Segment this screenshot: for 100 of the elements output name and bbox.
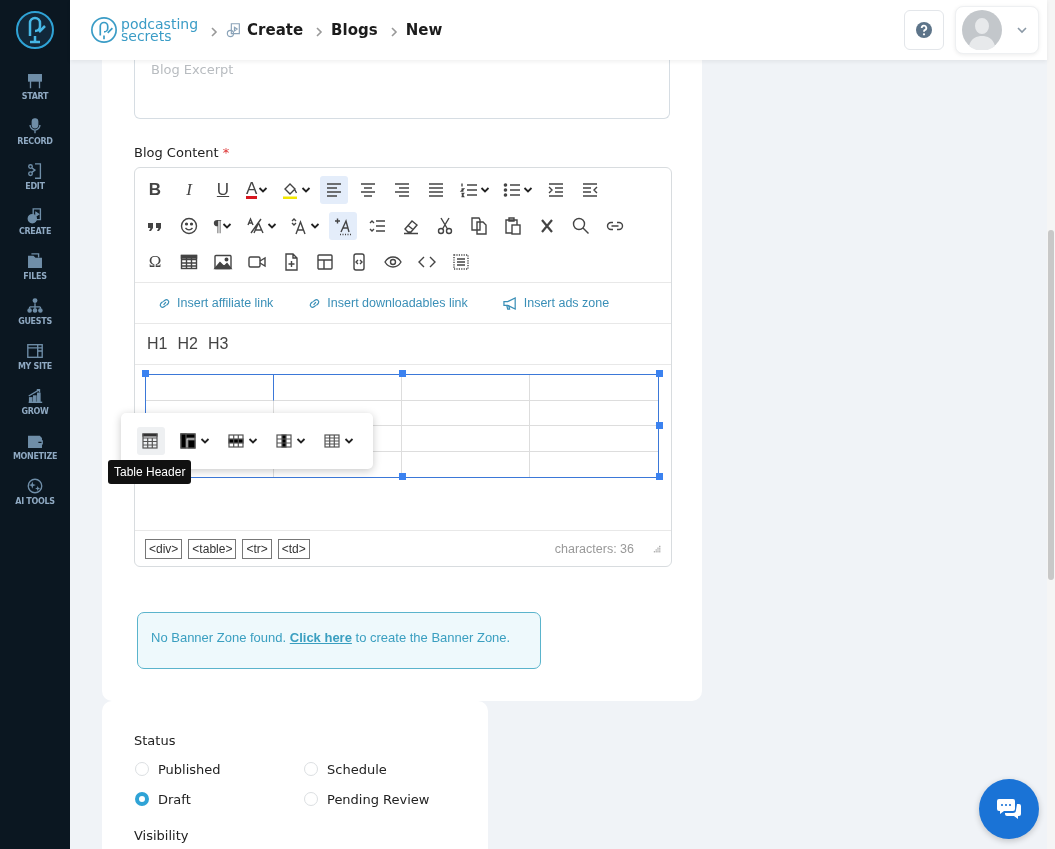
element-path-tag[interactable]: <div> bbox=[145, 538, 183, 559]
heading-button[interactable]: H1 bbox=[143, 335, 172, 353]
radio-circle[interactable] bbox=[135, 792, 149, 806]
help-button[interactable] bbox=[904, 10, 944, 50]
logo-text: podcasting bbox=[121, 18, 199, 30]
sidebar-item[interactable]: MY SITE bbox=[17, 342, 53, 387]
image-icon bbox=[213, 252, 233, 272]
table-icon bbox=[179, 252, 199, 272]
sidebar-item[interactable]: START bbox=[21, 72, 49, 117]
toolbar-button[interactable]: ¶ bbox=[209, 212, 237, 240]
heading-button[interactable]: H2 bbox=[173, 335, 202, 353]
required-mark: * bbox=[222, 145, 230, 160]
resize-grip-icon[interactable] bbox=[652, 544, 661, 553]
caret-icon bbox=[222, 223, 233, 229]
file-play-icon bbox=[226, 22, 243, 38]
chat-button[interactable] bbox=[979, 779, 1039, 839]
clipboard-icon bbox=[503, 216, 523, 236]
font-family-icon bbox=[289, 216, 309, 236]
start-icon bbox=[26, 72, 44, 90]
folder-icon bbox=[26, 252, 44, 270]
toolbar-button[interactable]: U bbox=[209, 176, 237, 204]
sidebar-item[interactable]: EDIT bbox=[25, 162, 45, 207]
site-icon bbox=[26, 342, 44, 360]
tooltip: Table Header bbox=[108, 460, 192, 484]
status-radio[interactable]: Schedule bbox=[304, 760, 456, 778]
megaphone-icon bbox=[501, 295, 519, 311]
edit-icon bbox=[26, 162, 44, 180]
field-label: Visibility bbox=[134, 828, 190, 843]
table-tool-button[interactable] bbox=[137, 427, 165, 455]
resize-handle[interactable] bbox=[142, 370, 149, 377]
search-icon bbox=[571, 216, 591, 236]
chevron-down-icon bbox=[1016, 26, 1028, 34]
banner-message: No Banner Zone found. Click here to create the Banner Zone. bbox=[151, 629, 511, 647]
table-header-icon bbox=[140, 431, 160, 451]
sidebar-item[interactable]: FILES bbox=[23, 252, 47, 297]
insert-link[interactable]: Insert ads zone bbox=[501, 295, 610, 311]
toolbar-button[interactable]: I bbox=[175, 176, 203, 204]
toolbar-button[interactable]: B bbox=[141, 176, 169, 204]
element-path-tag[interactable]: <tr> bbox=[242, 538, 272, 559]
caret-icon bbox=[480, 187, 491, 193]
chevron-right-icon bbox=[389, 26, 398, 38]
toolbar-button[interactable]: A bbox=[243, 176, 272, 204]
sidebar-item[interactable]: MONETIZE bbox=[12, 432, 58, 477]
toolbar-button[interactable] bbox=[329, 212, 357, 240]
insert-link[interactable]: Insert affiliate link bbox=[157, 295, 274, 311]
status-radio[interactable]: Draft bbox=[135, 790, 304, 808]
toolbar-button[interactable]: Ω bbox=[141, 248, 169, 276]
chevron-right-icon bbox=[315, 26, 324, 38]
sidebar-item[interactable]: CREATE bbox=[18, 207, 52, 252]
sidebar-item[interactable]: RECORD bbox=[17, 117, 53, 162]
element-path-tag[interactable]: <table> bbox=[188, 538, 237, 559]
toolbar-button[interactable] bbox=[320, 176, 349, 204]
excerpt-field[interactable]: Blog Excerpt bbox=[134, 60, 670, 119]
scrollbar[interactable] bbox=[1047, 0, 1055, 849]
heading-button[interactable]: H3 bbox=[203, 335, 233, 353]
layout-icon bbox=[315, 252, 335, 272]
logo-icon bbox=[90, 16, 118, 44]
status-radio[interactable]: Pending Review bbox=[304, 790, 456, 808]
resize-handle[interactable] bbox=[656, 370, 663, 377]
breadcrumb-link[interactable]: New bbox=[405, 21, 443, 39]
copy-icon bbox=[469, 216, 489, 236]
sidebar-item[interactable]: AI TOOLS bbox=[15, 477, 55, 522]
logo-text: secrets bbox=[121, 30, 172, 42]
sidebar-item[interactable]: GROW bbox=[21, 387, 49, 432]
breadcrumb-link[interactable]: Create bbox=[247, 21, 304, 39]
sidebar-item[interactable]: GUESTS bbox=[18, 297, 52, 342]
logo-icon bbox=[15, 10, 55, 50]
caret-icon bbox=[296, 438, 306, 444]
ai-icon bbox=[26, 477, 44, 495]
help-icon bbox=[915, 21, 933, 39]
smiley-icon bbox=[179, 216, 199, 236]
caret-icon bbox=[267, 223, 277, 229]
breadcrumb-link[interactable]: Blogs bbox=[331, 21, 378, 39]
resize-handle[interactable] bbox=[399, 370, 406, 377]
field-label: Status bbox=[134, 733, 177, 748]
chat-icon bbox=[995, 796, 1023, 822]
font-size-icon bbox=[246, 216, 266, 236]
avatar-icon bbox=[962, 10, 1002, 50]
resize-handle[interactable] bbox=[656, 473, 663, 480]
status-radio[interactable]: Published bbox=[135, 760, 304, 778]
caret-icon bbox=[248, 438, 258, 444]
people-icon bbox=[26, 297, 44, 315]
caret-icon bbox=[258, 187, 269, 193]
character-count: characters: 36 bbox=[554, 541, 634, 556]
chevron-right-icon bbox=[210, 26, 219, 38]
insert-format-icon bbox=[333, 216, 353, 236]
create-icon bbox=[26, 207, 44, 225]
bullet-list-icon bbox=[502, 180, 523, 200]
scissors-icon bbox=[435, 216, 455, 236]
field-label: Blog Content bbox=[134, 145, 219, 160]
caret-icon bbox=[523, 187, 534, 193]
resize-handle[interactable] bbox=[656, 422, 663, 429]
table-column-icon bbox=[274, 431, 294, 451]
chart-icon bbox=[26, 387, 44, 405]
mic-icon bbox=[26, 117, 44, 135]
resize-handle[interactable] bbox=[399, 473, 406, 480]
caret-icon bbox=[344, 438, 354, 444]
element-path-tag[interactable]: <td> bbox=[277, 538, 310, 559]
caret-icon bbox=[200, 438, 210, 444]
insert-link[interactable]: Insert downloadables link bbox=[307, 295, 468, 311]
